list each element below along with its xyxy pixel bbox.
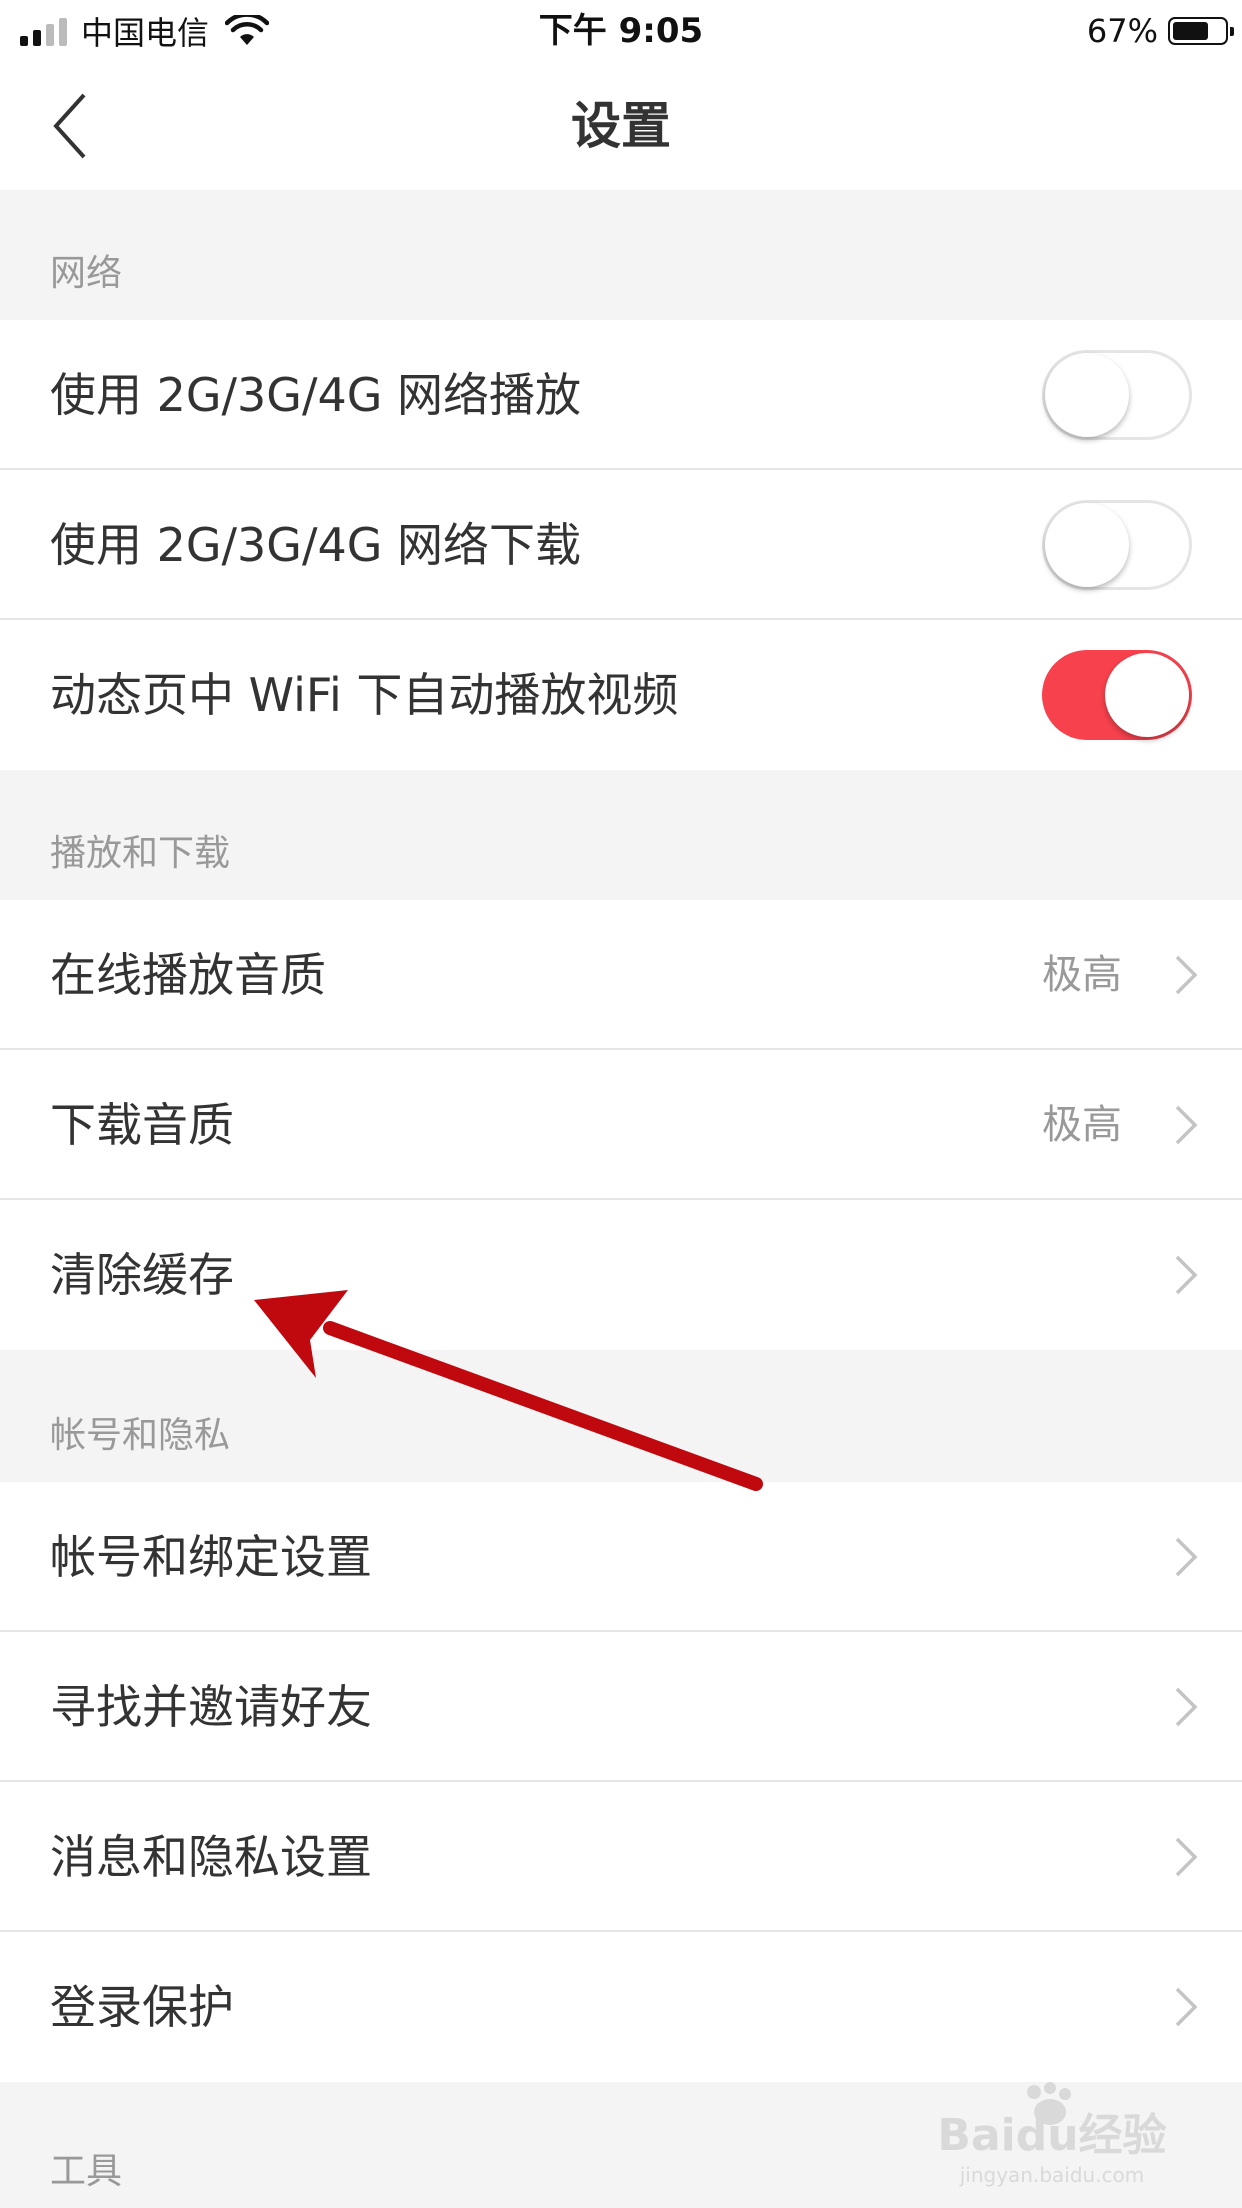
setting-value: 极高 — [1042, 1102, 1122, 1148]
setting-label: 清除缓存 — [50, 1248, 234, 1302]
setting-row-message-privacy[interactable]: 消息和隐私设置 — [0, 1782, 1242, 1932]
chevron-right-icon — [1175, 1837, 1198, 1877]
status-bar: 中国电信 下午 9:05 67% — [0, 0, 1242, 62]
setting-label: 下载音质 — [50, 1098, 234, 1152]
setting-row-online-quality[interactable]: 在线播放音质 极高 — [0, 900, 1242, 1050]
chevron-right-icon — [1175, 1537, 1198, 1577]
toggle-mobile-play[interactable] — [1042, 350, 1192, 440]
section-label: 网络 — [50, 253, 123, 294]
section-label: 播放和下载 — [50, 833, 231, 874]
chevron-right-icon — [1175, 1687, 1198, 1727]
setting-label: 动态页中 WiFi 下自动播放视频 — [50, 668, 679, 722]
setting-label: 登录保护 — [50, 1980, 234, 2034]
chevron-right-icon — [1175, 955, 1198, 995]
watermark-url: jingyan.baidu.com — [959, 2163, 1145, 2187]
setting-row-mobile-play: 使用 2G/3G/4G 网络播放 — [0, 320, 1242, 470]
setting-label: 使用 2G/3G/4G 网络下载 — [50, 518, 581, 572]
setting-label: 在线播放音质 — [50, 948, 326, 1002]
watermark-text: Baidu经验 — [937, 2110, 1166, 2161]
section-label: 帐号和隐私 — [50, 1415, 231, 1456]
page-title: 设置 — [571, 97, 671, 155]
setting-row-wifi-autoplay: 动态页中 WiFi 下自动播放视频 — [0, 620, 1242, 770]
chevron-right-icon — [1175, 1255, 1198, 1295]
status-left: 中国电信 — [20, 8, 270, 54]
setting-label: 消息和隐私设置 — [50, 1830, 372, 1884]
chevron-left-icon — [53, 93, 86, 159]
toggle-knob — [1105, 653, 1189, 737]
wifi-icon — [225, 15, 270, 45]
setting-label: 使用 2G/3G/4G 网络播放 — [50, 368, 581, 422]
section-label: 工具 — [50, 2151, 123, 2192]
setting-row-account-binding[interactable]: 帐号和绑定设置 — [0, 1482, 1242, 1632]
setting-row-invite-friends[interactable]: 寻找并邀请好友 — [0, 1632, 1242, 1782]
battery-percent: 67% — [1086, 12, 1158, 50]
signal-icon — [20, 16, 67, 46]
back-button[interactable] — [50, 84, 130, 168]
setting-row-clear-cache[interactable]: 清除缓存 — [0, 1200, 1242, 1350]
toggle-wifi-autoplay[interactable] — [1042, 650, 1192, 740]
status-right: 67% — [1086, 8, 1234, 54]
section-header-playback: 播放和下载 — [0, 770, 1242, 900]
setting-label: 帐号和绑定设置 — [50, 1530, 372, 1584]
setting-row-download-quality[interactable]: 下载音质 极高 — [0, 1050, 1242, 1200]
toggle-mobile-download[interactable] — [1042, 500, 1192, 590]
section-header-account: 帐号和隐私 — [0, 1350, 1242, 1482]
setting-row-mobile-download: 使用 2G/3G/4G 网络下载 — [0, 470, 1242, 620]
carrier-label: 中国电信 — [81, 14, 210, 52]
chevron-right-icon — [1175, 1105, 1198, 1145]
nav-bar: 设置 — [0, 62, 1242, 190]
battery-icon — [1168, 17, 1234, 45]
toggle-knob — [1045, 353, 1129, 437]
baidu-watermark-logo: Baidu经验 jingyan.baidu.com — [937, 2082, 1167, 2187]
chevron-right-icon — [1175, 1987, 1198, 2027]
setting-label: 寻找并邀请好友 — [50, 1680, 372, 1734]
setting-value: 极高 — [1042, 952, 1122, 998]
setting-row-login-protection[interactable]: 登录保护 — [0, 1932, 1242, 2082]
toggle-knob — [1045, 503, 1129, 587]
section-header-network: 网络 — [0, 190, 1242, 320]
